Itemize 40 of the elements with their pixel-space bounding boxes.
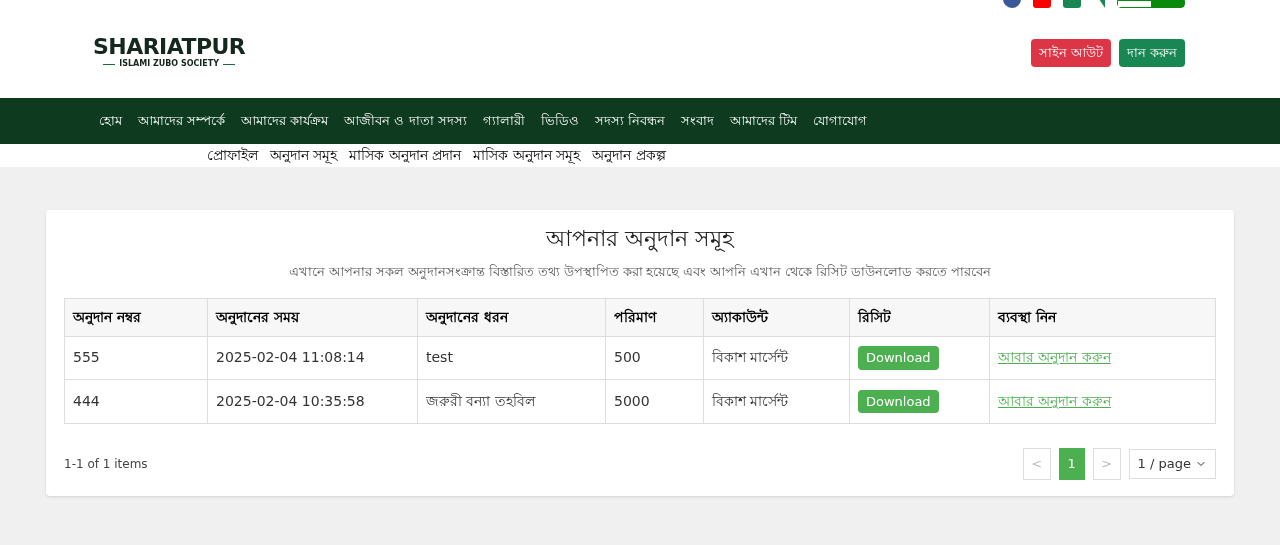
sub-nav-link[interactable]: মাসিক অনুদান প্রদান (349, 145, 462, 166)
table-cell: জরুরী বন্যা তহবিল (418, 379, 606, 423)
logo[interactable]: SHARIATPUR ISLAMI ZUBO SOCIETY (93, 36, 246, 70)
nav-link[interactable]: হোম (99, 111, 122, 131)
column-header: অ্যাকাউন্ট (704, 298, 850, 336)
table-cell: বিকাশ মার্সেন্ট (704, 379, 850, 423)
sub-nav-link[interactable]: অনুদান সমূহ (270, 145, 338, 166)
nav-link[interactable]: ভিডিও (540, 111, 579, 131)
nav-link[interactable]: গ্যালারী (482, 111, 525, 131)
language-toggle[interactable] (1117, 0, 1185, 8)
table-cell: 2025-02-04 10:35:58 (208, 379, 418, 423)
sub-nav-link[interactable]: অনুদান প্রকল্প (592, 145, 666, 166)
sign-out-button[interactable]: সাইন আউট (1030, 39, 1111, 67)
table-cell: বিকাশ মার্সেন্ট (704, 336, 850, 379)
column-header: অনুদানের সময় (208, 298, 418, 336)
table-cell: 5000 (606, 379, 704, 423)
sub-nav-link[interactable]: মাসিক অনুদান সমূহ (473, 145, 581, 166)
column-header: রিসিট (850, 298, 990, 336)
table-cell: 500 (606, 336, 704, 379)
nav-link[interactable]: আমাদের টিম (729, 111, 797, 131)
donate-button[interactable]: দান করুন (1118, 39, 1185, 67)
table-cell: 2025-02-04 11:08:14 (208, 336, 418, 379)
table-cell: test (418, 336, 606, 379)
nav-link[interactable]: যোগাযোগ (812, 111, 867, 131)
column-header: অনুদানের ধরন (418, 298, 606, 336)
nav-link[interactable]: আমাদের কার্যক্রম (241, 111, 329, 131)
table-cell: 555 (65, 336, 208, 379)
items-summary: 1-1 of 1 items (64, 455, 148, 473)
nav-link[interactable]: সংবাদ (680, 111, 714, 131)
card-description: এখানে আপনার সকল অনুদানসংক্রান্ত বিস্তারিত তথ্য উপস্থাপিত করা হয়েছে এবং আপনি এখান থেকে রিসিট ডাউনলোড করতে পারবেন (287, 263, 993, 282)
table-cell: 444 (65, 379, 208, 423)
sub-nav-link[interactable]: প্রোফাইল (207, 145, 258, 166)
column-header: ব্যবস্থা নিন (996, 307, 1058, 327)
nav-link[interactable]: সদস্য নিবন্ধন (594, 111, 665, 131)
card-title: আপনার অনুদান সমূহ (544, 225, 736, 254)
nav-link[interactable]: আমাদের সম্পর্কে (138, 111, 226, 131)
page-size-select[interactable]: 1 / page (1128, 448, 1216, 479)
column-header: অনুদান নম্বর (65, 298, 208, 336)
nav-link[interactable]: আজীবন ও দাতা সদস্য (344, 111, 467, 131)
column-header: পরিমাণ (606, 298, 704, 336)
